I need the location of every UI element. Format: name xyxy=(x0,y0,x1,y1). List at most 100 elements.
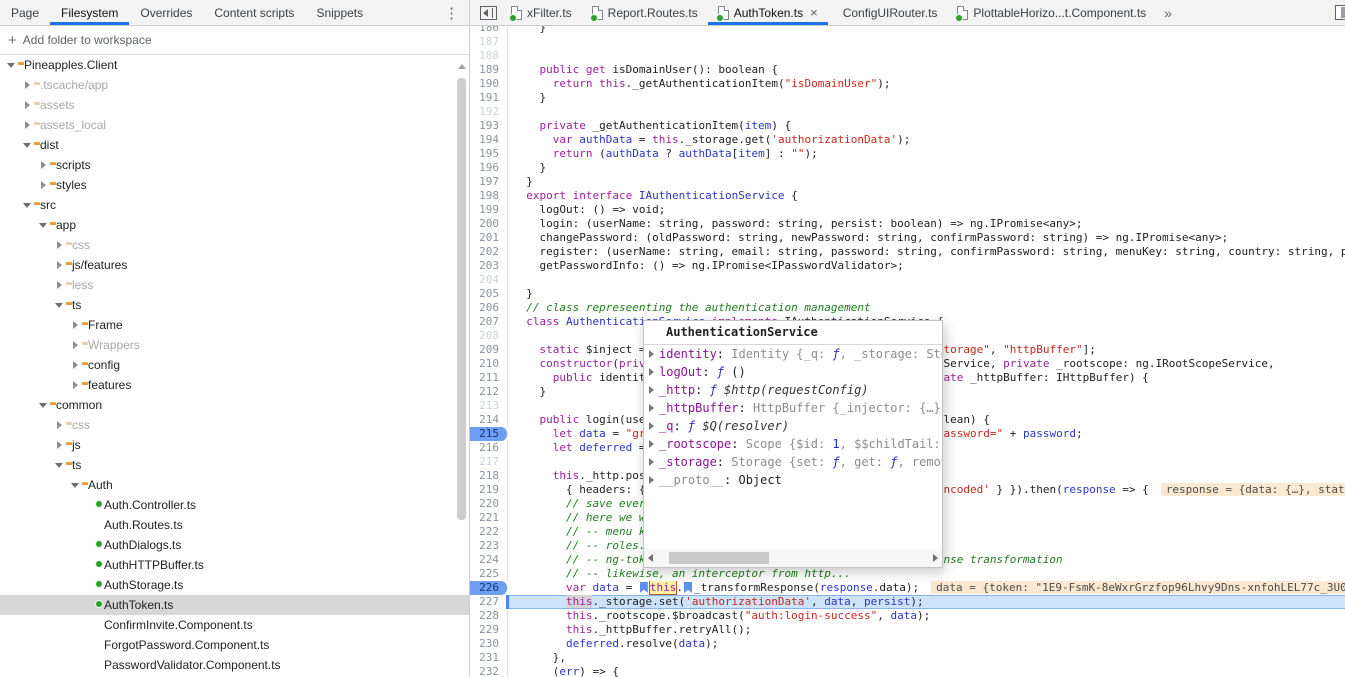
chevron-collapsed-icon[interactable] xyxy=(54,420,64,430)
line-number[interactable]: 187 xyxy=(470,35,508,49)
tree-folder-ts[interactable]: ts xyxy=(0,295,469,315)
line-number[interactable]: 220 xyxy=(470,497,508,511)
tree-file-authstorage.ts[interactable]: AuthStorage.ts xyxy=(0,575,469,595)
line-number[interactable]: 209 xyxy=(470,343,508,357)
code-line-229[interactable]: 229 this._httpBuffer.retryAll(); xyxy=(470,623,1345,637)
line-number[interactable]: 189 xyxy=(470,63,508,77)
tree-file-authdialogs.ts[interactable]: AuthDialogs.ts xyxy=(0,535,469,555)
sidebar-scrollbar[interactable] xyxy=(456,60,467,677)
popup-property-storage[interactable]: _storage: Storage {set: ƒ, get: ƒ, remov… xyxy=(644,453,942,471)
chevron-expanded-icon[interactable] xyxy=(54,460,64,470)
popup-property-httpBuffer[interactable]: _httpBuffer: HttpBuffer {_injector: {…},… xyxy=(644,399,942,417)
code-line-204[interactable]: 204 xyxy=(470,273,1345,287)
line-number[interactable]: 205 xyxy=(470,287,508,301)
chevron-collapsed-icon[interactable] xyxy=(54,240,64,250)
file-tab-report.routes.ts[interactable]: Report.Routes.ts xyxy=(582,0,708,25)
tree-file-confirminvite.component.ts[interactable]: ConfirmInvite.Component.ts xyxy=(0,615,469,635)
file-tab-configuirouter.ts[interactable]: ConfigUIRouter.ts xyxy=(828,0,948,25)
inline-breakpoint-marker-icon[interactable] xyxy=(684,582,692,593)
chevron-expanded-icon[interactable] xyxy=(54,300,64,310)
chevron-expanded-icon[interactable] xyxy=(22,140,32,150)
line-number[interactable]: 211 xyxy=(470,371,508,385)
code-line-206[interactable]: 206 // class represeenting the authentic… xyxy=(470,301,1345,315)
line-number[interactable]: 190 xyxy=(470,77,508,91)
chevron-collapsed-icon[interactable] xyxy=(54,280,64,290)
expand-arrow-icon[interactable] xyxy=(649,350,654,358)
line-number[interactable]: 231 xyxy=(470,651,508,665)
code-line-225[interactable]: 225 // -- likewise, an interceptor from … xyxy=(470,567,1345,581)
tree-folder-assets[interactable]: assets xyxy=(0,95,469,115)
tree-folder-common[interactable]: common xyxy=(0,395,469,415)
tree-folder-.tscache-app[interactable]: .tscache/app xyxy=(0,75,469,95)
tree-file-passwordvalidator.component.ts[interactable]: PasswordValidator.Component.ts xyxy=(0,655,469,675)
tree-folder-app[interactable]: app xyxy=(0,215,469,235)
popup-property-rootscope[interactable]: _rootscope: Scope {$id: 1, $$childTail: … xyxy=(644,435,942,453)
hide-navigator-icon[interactable] xyxy=(480,6,497,20)
expand-arrow-icon[interactable] xyxy=(649,476,654,484)
chevron-collapsed-icon[interactable] xyxy=(54,260,64,270)
line-number[interactable]: 195 xyxy=(470,147,508,161)
add-folder-to-workspace-button[interactable]: + Add folder to workspace xyxy=(0,26,469,55)
chevron-collapsed-icon[interactable] xyxy=(70,380,80,390)
line-number[interactable]: 230 xyxy=(470,637,508,651)
inline-breakpoint-marker-icon[interactable] xyxy=(640,582,648,593)
code-line-188[interactable]: 188 xyxy=(470,49,1345,63)
line-number[interactable]: 219 xyxy=(470,483,508,497)
code-line-194[interactable]: 194 var authData = this._storage.get('au… xyxy=(470,133,1345,147)
line-number[interactable]: 202 xyxy=(470,245,508,259)
tree-folder-config[interactable]: config xyxy=(0,355,469,375)
line-number[interactable]: 192 xyxy=(470,105,508,119)
chevron-collapsed-icon[interactable] xyxy=(54,440,64,450)
tree-folder-auth[interactable]: Auth xyxy=(0,475,469,495)
tree-file-authtoken.ts[interactable]: AuthToken.ts xyxy=(0,595,469,615)
more-options-icon[interactable]: ⋮ xyxy=(434,0,469,25)
line-number[interactable]: 210 xyxy=(470,357,508,371)
line-number[interactable]: 221 xyxy=(470,511,508,525)
panel-toggle-icon-partial[interactable] xyxy=(1335,5,1345,20)
line-number[interactable]: 224 xyxy=(470,553,508,567)
line-number[interactable]: 227 xyxy=(470,595,508,609)
tree-folder-styles[interactable]: styles xyxy=(0,175,469,195)
tree-folder-ts[interactable]: ts xyxy=(0,455,469,475)
line-number[interactable]: 201 xyxy=(470,231,508,245)
chevron-expanded-icon[interactable] xyxy=(22,200,32,210)
code-line-203[interactable]: 203 getPasswordInfo: () => ng.IPromise<I… xyxy=(470,259,1345,273)
code-line-231[interactable]: 231 }, xyxy=(470,651,1345,665)
line-number[interactable]: 206 xyxy=(470,301,508,315)
line-number[interactable]: 225 xyxy=(470,567,508,581)
tree-folder-dist[interactable]: dist xyxy=(0,135,469,155)
scroll-right-arrow-icon[interactable] xyxy=(933,554,938,562)
chevron-collapsed-icon[interactable] xyxy=(70,340,80,350)
file-tab-authtoken.ts[interactable]: AuthToken.ts× xyxy=(708,0,828,25)
line-number[interactable]: 229 xyxy=(470,623,508,637)
tree-folder-css[interactable]: css xyxy=(0,235,469,255)
panel-tab-overrides[interactable]: Overrides xyxy=(129,0,203,25)
chevron-collapsed-icon[interactable] xyxy=(22,80,32,90)
chevron-expanded-icon[interactable] xyxy=(6,60,16,70)
panel-tab-page[interactable]: Page xyxy=(0,0,50,25)
popup-scrollbar-thumb[interactable] xyxy=(669,552,769,564)
tree-folder-css[interactable]: css xyxy=(0,415,469,435)
code-line-205[interactable]: 205 } xyxy=(470,287,1345,301)
line-number[interactable]: 212 xyxy=(470,385,508,399)
chevron-expanded-icon[interactable] xyxy=(38,400,48,410)
code-line-202[interactable]: 202 register: (userName: string, email: … xyxy=(470,245,1345,259)
tree-folder-assets-local[interactable]: assets_local xyxy=(0,115,469,135)
code-line-192[interactable]: 192 xyxy=(470,105,1345,119)
panel-tab-content-scripts[interactable]: Content scripts xyxy=(203,0,305,25)
line-number[interactable]: 203 xyxy=(470,259,508,273)
line-number[interactable]: 222 xyxy=(470,525,508,539)
popup-property-identity[interactable]: identity: Identity {_q: ƒ, _storage: Sto… xyxy=(644,345,942,363)
expand-arrow-icon[interactable] xyxy=(649,458,654,466)
file-tab-plottablehorizo...t.component.ts[interactable]: PlottableHorizo...t.Component.ts xyxy=(947,0,1156,25)
tree-folder-src[interactable]: src xyxy=(0,195,469,215)
expand-arrow-icon[interactable] xyxy=(649,368,654,376)
popup-horizontal-scrollbar[interactable] xyxy=(644,549,942,567)
line-number[interactable]: 213 xyxy=(470,399,508,413)
breakpoint-line-number[interactable]: 215 xyxy=(470,427,508,441)
expand-arrow-icon[interactable] xyxy=(649,404,654,412)
code-line-227[interactable]: 227 this._storage.set('authorizationData… xyxy=(470,595,1345,609)
popup-property-proto[interactable]: __proto__: Object xyxy=(644,471,942,489)
tree-file-authhttpbuffer.ts[interactable]: AuthHTTPBuffer.ts xyxy=(0,555,469,575)
code-line-232[interactable]: 232 (err) => { xyxy=(470,665,1345,677)
